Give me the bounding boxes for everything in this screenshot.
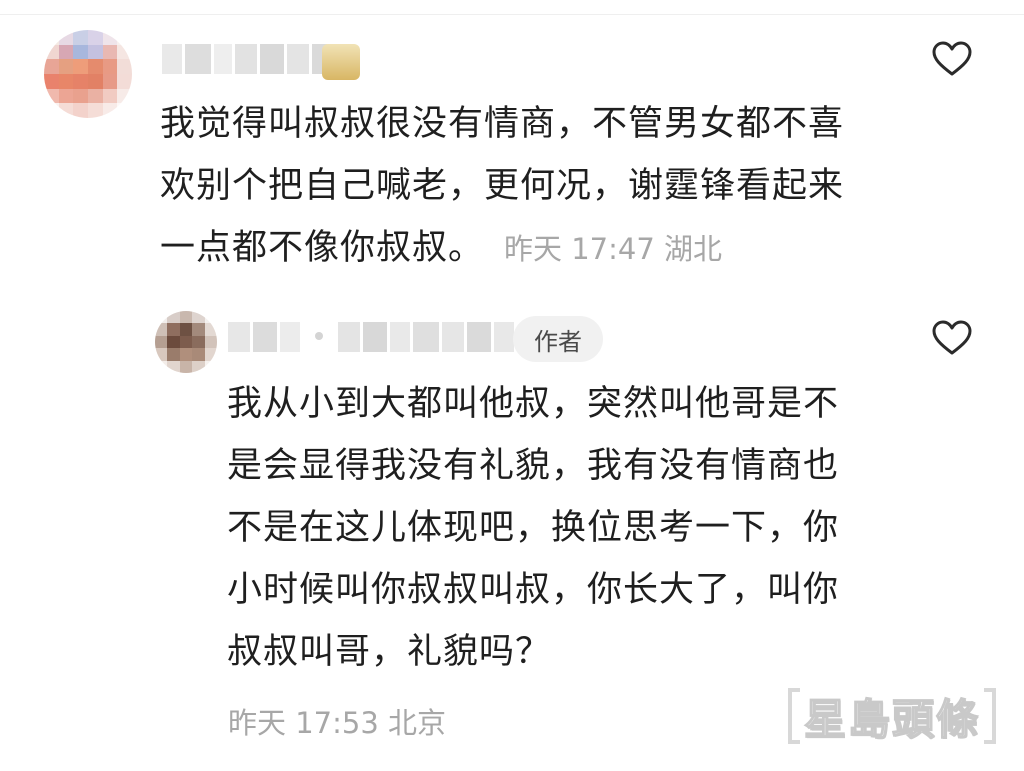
reply-meta: 昨天 17:53 北京 [228,700,446,742]
commenter-name-blurred[interactable] [162,44,336,74]
watermark-logo: 星島頭條 [788,685,1006,747]
comment-location: 湖北 [664,232,723,266]
comment-body: 我觉得叫叔叔很没有情商，不管男女都不喜欢别个把自己喊老，更何况，谢霆锋看起来一点… [160,104,845,268]
heart-outline-icon[interactable] [932,320,972,356]
watermark-bracket-right [984,688,997,744]
author-badge: 作者 [513,316,603,362]
vip-badge-icon [322,44,360,80]
comment-meta: 昨天 17:47 湖北 [504,232,722,266]
watermark-text: 星島頭條 [803,694,981,745]
heart-outline-icon[interactable] [932,41,972,77]
author-avatar[interactable] [155,311,217,373]
reply-text: 我从小到大都叫他叔，突然叫他哥是不是会显得我没有礼貌，我有没有情商也不是在这儿体… [227,384,840,672]
reply-location: 北京 [388,706,447,740]
top-divider [0,14,1024,15]
commenter-avatar[interactable] [44,30,132,118]
reply-time: 昨天 17:53 [228,706,379,740]
comment-text: 我觉得叫叔叔很没有情商，不管男女都不喜欢别个把自己喊老，更何况，谢霆锋看起来一点… [160,93,860,280]
author-subname-blurred [338,322,514,352]
comment-time: 昨天 17:47 [504,232,655,266]
watermark-bracket-left [788,688,800,744]
author-name-blurred[interactable] [228,322,300,352]
name-separator-dot [315,332,323,340]
